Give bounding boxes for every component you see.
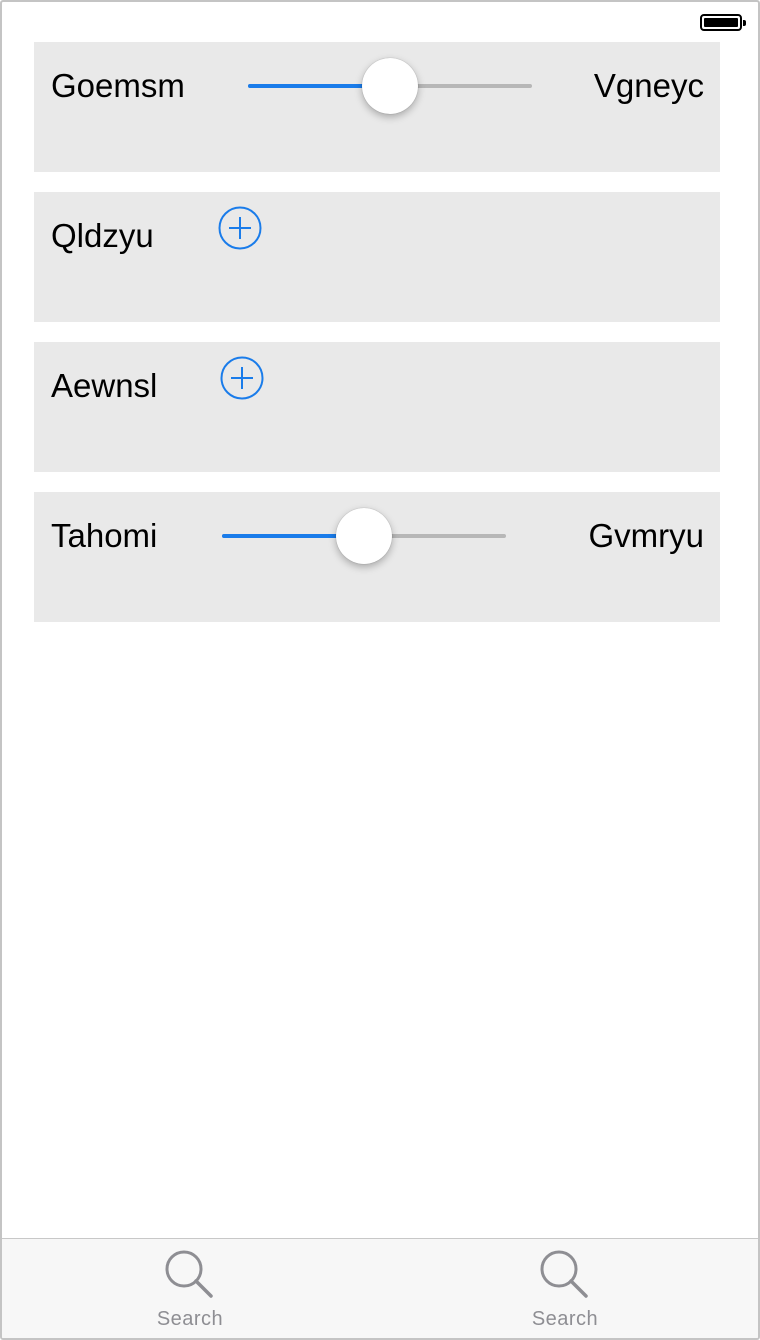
add-row-aewnsl: Aewnsl (34, 342, 720, 472)
tab-label: Search (531, 1308, 599, 1330)
slider-thumb[interactable] (362, 58, 418, 114)
add-button-aewnsl[interactable] (220, 356, 264, 400)
slider-tahomi[interactable] (222, 506, 506, 566)
slider-thumb[interactable] (336, 508, 392, 564)
plus-circle-icon (220, 356, 264, 400)
tab-label: Search (156, 1308, 224, 1330)
slider-min-label: Tahomi (51, 517, 158, 554)
search-icon (165, 1250, 213, 1298)
slider-min-label: Goemsm (51, 67, 185, 104)
tab-search-2[interactable]: Search (475, 1239, 655, 1338)
row-label: Aewnsl (51, 367, 158, 404)
add-row-qldzyu: Qldzyu (34, 192, 720, 322)
row-label: Qldzyu (51, 217, 154, 254)
tab-search-1[interactable]: Search (100, 1239, 280, 1338)
slider-max-label: Vgneyc (593, 67, 704, 104)
add-button-qldzyu[interactable] (218, 206, 262, 250)
tab-bar: Search Search (2, 1238, 758, 1338)
search-icon (540, 1250, 588, 1298)
status-bar (2, 2, 758, 42)
battery-full-icon (700, 14, 746, 31)
slider-max-label: Gvmryu (588, 517, 705, 554)
slider-goemsm[interactable] (248, 56, 532, 116)
slider-row-goemsm: Goemsm Vgneyc (34, 42, 720, 172)
app-screen: Goemsm Vgneyc Qldzyu Aewnsl Tahomi Gvmry… (0, 0, 760, 1340)
slider-row-tahomi: Tahomi Gvmryu (34, 492, 720, 622)
plus-circle-icon (218, 206, 262, 250)
